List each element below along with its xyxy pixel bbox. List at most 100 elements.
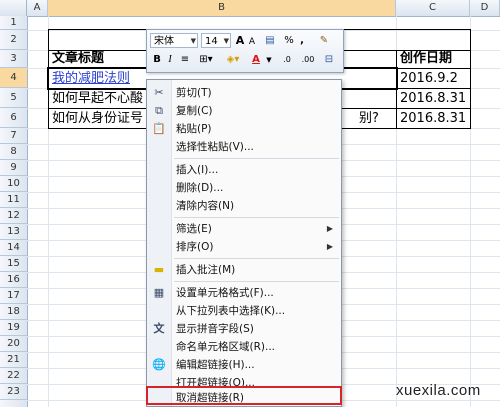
row-header-23[interactable]: 23 <box>0 384 27 400</box>
italic-button[interactable]: I <box>165 52 175 68</box>
menu-item-delete[interactable]: 删除(D)... <box>147 179 341 197</box>
font-name-box[interactable]: 宋体 ▼ <box>150 33 198 48</box>
comment-icon: ▬ <box>153 263 165 276</box>
comma-style-button[interactable]: , <box>297 33 307 49</box>
row-header-4[interactable]: 4 <box>0 68 27 88</box>
watermark-text: xuexila.com <box>396 382 481 399</box>
scissors-icon: ✂ <box>154 86 164 99</box>
cell-b6-tail: 别? <box>359 111 379 126</box>
row-header-15[interactable]: 15 <box>0 256 27 272</box>
row-header-19[interactable]: 19 <box>0 320 27 336</box>
menu-item-label: 显示拼音字段(S) <box>176 323 254 335</box>
font-size-box[interactable]: 14 ▼ <box>201 33 231 48</box>
submenu-arrow-icon: ▶ <box>326 242 333 251</box>
menu-item-label: 命名单元格区域(R)... <box>176 341 276 353</box>
menu-separator <box>174 281 339 282</box>
context-menu: ✂ 剪切(T) ⧉ 复制(C) 📋 粘贴(P) 选择性粘贴(V)... 插入(I… <box>146 79 342 407</box>
format-painter-icon[interactable]: ✎ <box>315 33 333 49</box>
cell-c4[interactable]: 2016.9.2 <box>397 70 470 88</box>
borders-icon[interactable]: ⊞▾ <box>195 52 217 68</box>
row-header-2[interactable]: 2 <box>0 30 27 50</box>
menu-item-sort[interactable]: 排序(O) ▶ <box>147 238 341 256</box>
cell-c5[interactable]: 2016.8.31 <box>397 90 470 108</box>
menu-item-label: 插入批注(M) <box>176 264 236 276</box>
menu-item-label: 插入(I)... <box>176 164 219 176</box>
row-header-6[interactable]: 6 <box>0 108 27 128</box>
column-header-bar: A B C D <box>0 0 500 17</box>
font-size-value: 14 <box>205 36 218 47</box>
menu-item-label: 清除内容(N) <box>176 200 235 212</box>
paste-icon: 📋 <box>152 122 166 135</box>
decrease-decimal-button[interactable]: .00 <box>298 52 318 68</box>
row-header-21[interactable]: 21 <box>0 352 27 368</box>
align-center-icon[interactable]: ≡ <box>178 52 192 68</box>
column-header-c[interactable]: C <box>396 0 470 16</box>
menu-separator <box>174 217 339 218</box>
menu-item-label: 复制(C) <box>176 105 213 117</box>
mini-toolbar: 宋体 ▼ 14 ▼ A A ▤ % , ✎ B I ≡ ⊞▾ ◈▾ A ▼ .0… <box>146 29 344 73</box>
shrink-font-button[interactable]: A <box>247 34 257 50</box>
menu-item-insert-comment[interactable]: ▬ 插入批注(M) <box>147 261 341 279</box>
font-color-button[interactable]: A <box>248 52 264 68</box>
select-all-corner[interactable] <box>0 0 27 16</box>
submenu-arrow-icon: ▶ <box>326 224 333 233</box>
row-header-12[interactable]: 12 <box>0 208 27 224</box>
row-header-bar: 1 2 3 4 5 6 7 8 9 10 11 12 13 14 15 16 1… <box>0 16 28 407</box>
increase-decimal-button[interactable]: .0 <box>277 52 297 68</box>
row-header-3[interactable]: 3 <box>0 50 27 68</box>
row-header-9[interactable]: 9 <box>0 160 27 176</box>
menu-item-label: 编辑超链接(H)... <box>176 359 255 371</box>
menu-item-copy[interactable]: ⧉ 复制(C) <box>147 102 341 120</box>
menu-item-clear-contents[interactable]: 清除内容(N) <box>147 197 341 215</box>
chevron-down-icon: ▼ <box>223 37 229 45</box>
row-header-7[interactable]: 7 <box>0 128 27 144</box>
menu-item-label: 剪切(T) <box>176 87 212 99</box>
menu-item-filter[interactable]: 筛选(E) ▶ <box>147 220 341 238</box>
menu-item-format-cells[interactable]: ▦ 设置单元格格式(F)... <box>147 284 341 302</box>
row-header-8[interactable]: 8 <box>0 144 27 160</box>
hyperlink-icon: 🌐 <box>152 358 166 371</box>
bold-button[interactable]: B <box>151 52 163 68</box>
row-header-22[interactable]: 22 <box>0 368 27 384</box>
column-header-a[interactable]: A <box>27 0 48 16</box>
menu-item-pick-from-list[interactable]: 从下拉列表中选择(K)... <box>147 302 341 320</box>
row-header-18[interactable]: 18 <box>0 304 27 320</box>
row-header-11[interactable]: 11 <box>0 192 27 208</box>
menu-item-define-name[interactable]: 命名单元格区域(R)... <box>147 338 341 356</box>
row-header-20[interactable]: 20 <box>0 336 27 352</box>
menu-item-label: 排序(O) <box>176 241 214 253</box>
percent-button[interactable]: % <box>283 33 295 49</box>
menu-item-label: 筛选(E) <box>176 223 212 235</box>
menu-separator <box>174 258 339 259</box>
copy-icon: ⧉ <box>155 104 163 117</box>
font-name-value: 宋体 <box>154 36 174 47</box>
menu-item-label: 粘贴(P) <box>176 123 212 135</box>
row-header-17[interactable]: 17 <box>0 288 27 304</box>
chevron-down-icon[interactable]: ▼ <box>265 52 273 68</box>
row-header-5[interactable]: 5 <box>0 88 27 108</box>
row-header-16[interactable]: 16 <box>0 272 27 288</box>
menu-item-label: 从下拉列表中选择(K)... <box>176 305 286 317</box>
menu-item-label: 删除(D)... <box>176 182 224 194</box>
menu-item-show-phonetic[interactable]: 文 显示拼音字段(S) <box>147 320 341 338</box>
menu-item-paste-special[interactable]: 选择性粘贴(V)... <box>147 138 341 156</box>
column-header-b[interactable]: B <box>48 0 396 16</box>
merge-cells-icon[interactable]: ⊟ <box>321 52 337 68</box>
menu-item-edit-hyperlink[interactable]: 🌐 编辑超链接(H)... <box>147 356 341 374</box>
row-header-10[interactable]: 10 <box>0 176 27 192</box>
cell-c6[interactable]: 2016.8.31 <box>397 110 470 128</box>
menu-item-cut[interactable]: ✂ 剪切(T) <box>147 84 341 102</box>
menu-item-paste[interactable]: 📋 粘贴(P) <box>147 120 341 138</box>
fill-color-icon[interactable]: ◈▾ <box>221 52 245 68</box>
grow-font-button[interactable]: A <box>234 33 246 49</box>
row-header-1[interactable]: 1 <box>0 16 27 30</box>
menu-separator <box>174 158 339 159</box>
menu-item-insert[interactable]: 插入(I)... <box>147 161 341 179</box>
phonetic-icon: 文 <box>153 322 165 335</box>
menu-item-label: 选择性粘贴(V)... <box>176 141 254 153</box>
accounting-format-icon[interactable]: ▤ <box>260 33 280 49</box>
column-header-d[interactable]: D <box>470 0 500 16</box>
cell-c3[interactable]: 创作日期 <box>397 50 470 68</box>
row-header-13[interactable]: 13 <box>0 224 27 240</box>
row-header-14[interactable]: 14 <box>0 240 27 256</box>
